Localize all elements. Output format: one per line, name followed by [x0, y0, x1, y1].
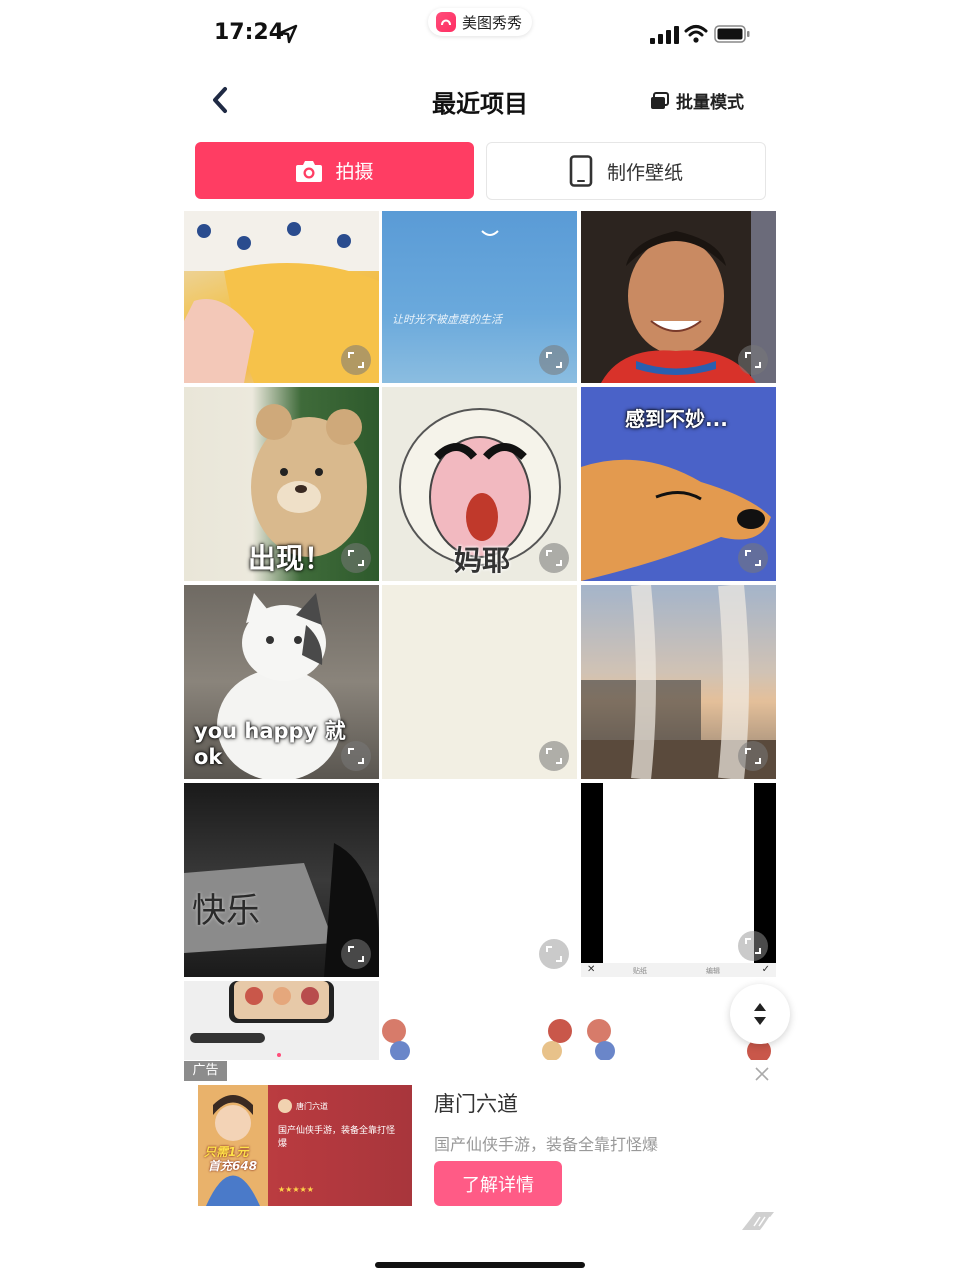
expand-icon[interactable] [738, 345, 768, 375]
ad-title[interactable]: 唐门六道 [434, 1088, 518, 1118]
photo-tile-boy[interactable] [581, 211, 776, 383]
bear-caption: 出现！ [248, 542, 333, 575]
battery-icon [714, 25, 750, 43]
expand-icon[interactable] [341, 939, 371, 969]
ad-tag: 广告 [184, 1061, 227, 1081]
location-arrow-icon [278, 24, 298, 44]
ad-thumb-text: 国产仙侠手游，装备全靠打怪爆 [278, 1126, 396, 1149]
photo-tile-car-window[interactable]: 快乐 [184, 783, 379, 977]
app-name: 美图秀秀 [462, 13, 523, 32]
make-wallpaper-label: 制作壁纸 [606, 161, 683, 184]
expand-icon[interactable] [738, 543, 768, 573]
app-return-pill[interactable]: 美图秀秀 [428, 8, 533, 36]
wifi-icon [684, 25, 708, 43]
photo-tile-dog[interactable]: 感到不妙... [581, 387, 776, 581]
ad-account-name: 唐门六道 [296, 1102, 328, 1111]
ad-account-avatar [278, 1099, 292, 1113]
expand-icon[interactable] [341, 543, 371, 573]
batch-mode-label: 批量模式 [676, 93, 744, 113]
cellular-signal-icon [650, 26, 679, 44]
expand-icon[interactable] [539, 741, 569, 771]
phone-icon [569, 155, 593, 187]
close-icon[interactable] [753, 1065, 771, 1083]
screenshot-border-left [581, 783, 603, 977]
sky-handwriting: 让时光不被虚度的生活 [392, 313, 502, 326]
dog-caption: 感到不妙... [625, 407, 728, 431]
shoot-label: 拍摄 [335, 161, 374, 183]
batch-mode-icon [651, 91, 669, 109]
ad-description: 国产仙侠手游，装备全靠打怪爆 [434, 1135, 659, 1154]
ad-thumbnail[interactable]: 只需1元 首充648 唐门六道 国产仙侠手游，装备全靠打怪爆 ★★★★★ [198, 1085, 412, 1206]
shoot-button[interactable]: 拍摄 [195, 142, 474, 199]
camera-icon [296, 160, 323, 182]
window-text: 快乐 [192, 891, 260, 931]
photo-tile-sky[interactable]: 让时光不被虚度的生活 [382, 211, 577, 383]
expand-icon[interactable] [341, 741, 371, 771]
screenshot-toolbar: ✕ 贴纸 编辑 ✓ [581, 963, 776, 977]
back-button[interactable] [206, 84, 234, 116]
meitu-app-icon [436, 12, 456, 32]
photo-tile-blank[interactable] [382, 585, 577, 779]
photo-tile-stickers-a[interactable] [382, 981, 577, 1060]
expand-icon[interactable] [539, 939, 569, 969]
photo-tile-sheep[interactable]: 妈耶 [382, 387, 577, 581]
recent-photos-grid: 让时光不被虚度的生活 出现！ 妈耶 感到不妙... you happy 就 ok… [184, 211, 776, 1060]
sheep-caption: 妈耶 [454, 544, 511, 577]
home-indicator[interactable] [375, 1262, 585, 1268]
photo-tile-window[interactable] [581, 585, 776, 779]
moon-image [481, 230, 499, 236]
status-time: 17:24 [214, 20, 285, 45]
fast-scroll-handle[interactable] [730, 984, 790, 1044]
expand-icon[interactable] [738, 741, 768, 771]
expand-icon[interactable] [738, 931, 768, 961]
batch-mode-button[interactable]: 批量模式 [650, 88, 744, 113]
photo-tile-bear[interactable]: 出现！ [184, 387, 379, 581]
expand-icon[interactable] [539, 543, 569, 573]
photo-tile-screenshot[interactable]: ✕ 贴纸 编辑 ✓ [581, 783, 776, 977]
ad-learn-more-button[interactable]: 了解详情 [434, 1161, 562, 1206]
page-title: 最近项目 [432, 90, 528, 118]
ad-platform-logo [742, 1212, 774, 1230]
expand-icon[interactable] [341, 345, 371, 375]
photo-tile-phone-mockup[interactable] [184, 981, 379, 1060]
make-wallpaper-button[interactable]: 制作壁纸 [486, 142, 766, 200]
stickers-image [382, 1019, 572, 1060]
photo-tile-white[interactable] [382, 783, 577, 977]
ad-promo-line2: 首充648 [208, 1159, 258, 1173]
photo-tile-blanket[interactable] [184, 211, 379, 383]
expand-icon[interactable] [539, 345, 569, 375]
ad-rating: ★★★★★ [278, 1185, 314, 1194]
scroll-arrows-icon [754, 1003, 766, 1025]
phone-mockup-image [190, 981, 334, 1057]
photo-tile-cat[interactable]: you happy 就 ok [184, 585, 379, 779]
chevron-left-icon [213, 87, 227, 113]
